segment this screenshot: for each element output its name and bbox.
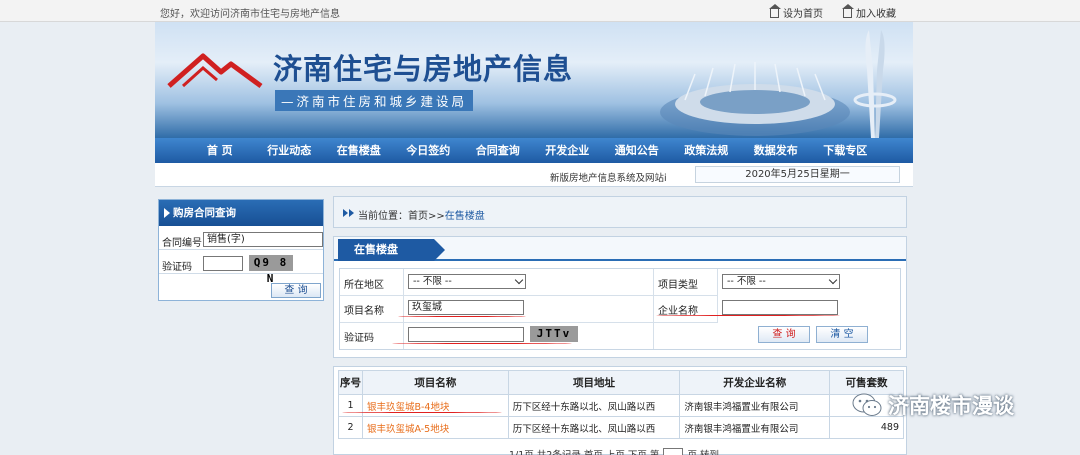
page-number-input[interactable] xyxy=(663,448,684,455)
add-favorite-link[interactable]: 加入收藏 xyxy=(842,4,896,20)
top-links: 设为首页 加入收藏 xyxy=(769,4,896,20)
annotation-underline xyxy=(398,316,526,317)
breadcrumb: 当前位置：首页>>在售楼盘 xyxy=(333,196,907,228)
annotation-underline xyxy=(392,343,572,344)
nav-contract-query[interactable]: 合同查询 xyxy=(463,138,533,163)
nav-industry-news[interactable]: 行业动态 xyxy=(255,138,325,163)
banner-subtitle: —济南市住房和城乡建设局 xyxy=(275,90,474,111)
row-address: 历下区经十东路以北、凤山路以西 xyxy=(507,416,681,439)
wechat-icon xyxy=(852,393,882,416)
captcha-row: 验证码 Q9 8 N xyxy=(159,254,323,285)
row-company: 济南银丰鸿福置业有限公司 xyxy=(679,394,831,417)
search-captcha-image[interactable]: JTTv xyxy=(530,326,578,342)
nav-data-release[interactable]: 数据发布 xyxy=(741,138,811,163)
pager-suffix[interactable]: 页 转到 xyxy=(687,447,719,455)
project-type-select[interactable]: -- 不限 -- xyxy=(722,274,840,289)
annotation-underline xyxy=(656,315,840,316)
annotation-underline xyxy=(342,412,502,413)
roof-logo-icon xyxy=(167,53,263,89)
results-panel: 序号 项目名称 项目地址 开发企业名称 可售套数 1 银丰玖玺城B-4地块 历下… xyxy=(333,366,907,455)
col-no: 序号 xyxy=(338,370,363,395)
tower-illustration-icon xyxy=(853,30,897,138)
add-favorite-label: 加入收藏 xyxy=(856,9,896,20)
search-form: 所在地区 -- 不限 -- 项目类型 -- 不限 -- 项目名称 玖玺城 企业名… xyxy=(339,268,901,350)
home-icon xyxy=(769,4,781,18)
breadcrumb-home[interactable]: 首页>> xyxy=(408,211,445,222)
project-type-label: 项目类型 xyxy=(658,280,698,291)
nav-home[interactable]: 首 页 xyxy=(185,138,255,163)
breadcrumb-text: 当前位置：首页>>在售楼盘 xyxy=(358,207,485,222)
set-home-label: 设为首页 xyxy=(783,9,823,20)
search-panel: 在售楼盘 所在地区 -- 不限 -- 项目类型 -- 不限 -- 项目名称 玖玺… xyxy=(333,236,907,358)
region-select-value: -- 不限 -- xyxy=(413,276,452,287)
double-arrow-icon xyxy=(343,209,354,217)
captcha-label: 验证码 xyxy=(162,262,192,273)
top-bar: 您好，欢迎访问济南市住宅与房地产信息 设为首页 加入收藏 xyxy=(0,0,1080,22)
contract-query-box: 购房合同查询 合同编号 销售(字) 验证码 Q9 8 N 查 询 xyxy=(158,199,324,301)
contract-no-input[interactable]: 销售(字) xyxy=(203,232,323,247)
contract-query-button[interactable]: 查 询 xyxy=(271,283,321,298)
nav-notices[interactable]: 通知公告 xyxy=(602,138,672,163)
notice-marquee[interactable]: 新版房地产信息系统及网站i xyxy=(550,170,667,184)
col-project-address: 项目地址 xyxy=(507,370,681,395)
col-project-name: 项目名称 xyxy=(361,370,509,395)
results-table: 序号 项目名称 项目地址 开发企业名称 可售套数 1 银丰玖玺城B-4地块 历下… xyxy=(338,370,904,439)
project-name-label: 项目名称 xyxy=(344,306,384,317)
table-header-row: 序号 项目名称 项目地址 开发企业名称 可售套数 xyxy=(338,370,904,395)
banner-title: 济南住宅与房地产信息 xyxy=(273,52,574,86)
breadcrumb-current: 在售楼盘 xyxy=(444,211,485,222)
pagination: 1/1页 共2条记录 首页 上页 下页 第 页 转到 xyxy=(509,447,719,455)
company-name-input[interactable] xyxy=(722,300,838,315)
project-type-select-value: -- 不限 -- xyxy=(727,276,766,287)
captcha-image[interactable]: Q9 8 N xyxy=(249,255,293,285)
chevron-down-icon xyxy=(514,275,524,285)
nav-developers[interactable]: 开发企业 xyxy=(533,138,603,163)
captcha-input[interactable] xyxy=(203,256,243,271)
region-label: 所在地区 xyxy=(344,280,384,291)
date-display: 2020年5月25日星期一 xyxy=(695,166,900,183)
row-no: 2 xyxy=(338,416,363,439)
set-home-link[interactable]: 设为首页 xyxy=(769,4,823,20)
row-company: 济南银丰鸿福置业有限公司 xyxy=(679,416,831,439)
welcome-text: 您好，欢迎访问济南市住宅与房地产信息 xyxy=(160,9,340,20)
table-row: 2 银丰玖玺城A-5地块 历下区经十东路以北、凤山路以西 济南银丰鸿福置业有限公… xyxy=(338,416,904,439)
row-project-name: 银丰玖玺城A-5地块 xyxy=(361,416,509,439)
panel-tab-bar: 在售楼盘 xyxy=(334,237,906,261)
search-captcha-label: 验证码 xyxy=(344,333,374,344)
col-developer: 开发企业名称 xyxy=(679,370,831,395)
tab-on-sale[interactable]: 在售楼盘 xyxy=(338,239,445,261)
watermark-text: 济南楼市漫谈 xyxy=(888,394,1014,418)
nav-on-sale[interactable]: 在售楼盘 xyxy=(324,138,394,163)
contract-no-row: 合同编号 销售(字) xyxy=(159,230,323,250)
home-icon xyxy=(842,4,854,18)
nav-today-sign[interactable]: 今日签约 xyxy=(394,138,464,163)
pager-text: 1/1页 共2条记录 首页 上页 下页 第 xyxy=(509,447,659,455)
row-project-name: 银丰玖玺城B-4地块 xyxy=(361,394,509,417)
row-no: 1 xyxy=(338,394,363,417)
region-select[interactable]: -- 不限 -- xyxy=(408,274,526,289)
chevron-down-icon xyxy=(828,275,838,285)
search-captcha-input[interactable] xyxy=(408,327,524,342)
nav-policies[interactable]: 政策法规 xyxy=(672,138,742,163)
main-nav: 首 页 行业动态 在售楼盘 今日签约 合同查询 开发企业 通知公告 政策法规 数… xyxy=(155,138,913,163)
breadcrumb-prefix: 当前位置： xyxy=(358,211,408,222)
contract-query-title: 购房合同查询 xyxy=(159,200,323,226)
contract-no-label: 合同编号 xyxy=(162,238,202,249)
notice-bar: 新版房地产信息系统及网站i 2020年5月25日星期一 xyxy=(155,163,913,187)
nav-downloads[interactable]: 下载专区 xyxy=(811,138,881,163)
site-banner: 济南住宅与房地产信息 —济南市住房和城乡建设局 xyxy=(155,22,913,138)
table-row: 1 银丰玖玺城B-4地块 历下区经十东路以北、凤山路以西 济南银丰鸿福置业有限公… xyxy=(338,394,904,417)
stadium-illustration-icon xyxy=(660,62,850,136)
watermark: 济南楼市漫谈 xyxy=(852,390,1014,420)
search-clear-button[interactable]: 清 空 xyxy=(816,326,868,343)
project-link[interactable]: 银丰玖玺城A-5地块 xyxy=(367,424,449,435)
project-link[interactable]: 银丰玖玺城B-4地块 xyxy=(367,402,450,413)
project-name-input[interactable]: 玖玺城 xyxy=(408,300,524,315)
row-address: 历下区经十东路以北、凤山路以西 xyxy=(507,394,681,417)
search-query-button[interactable]: 查 询 xyxy=(758,326,810,343)
